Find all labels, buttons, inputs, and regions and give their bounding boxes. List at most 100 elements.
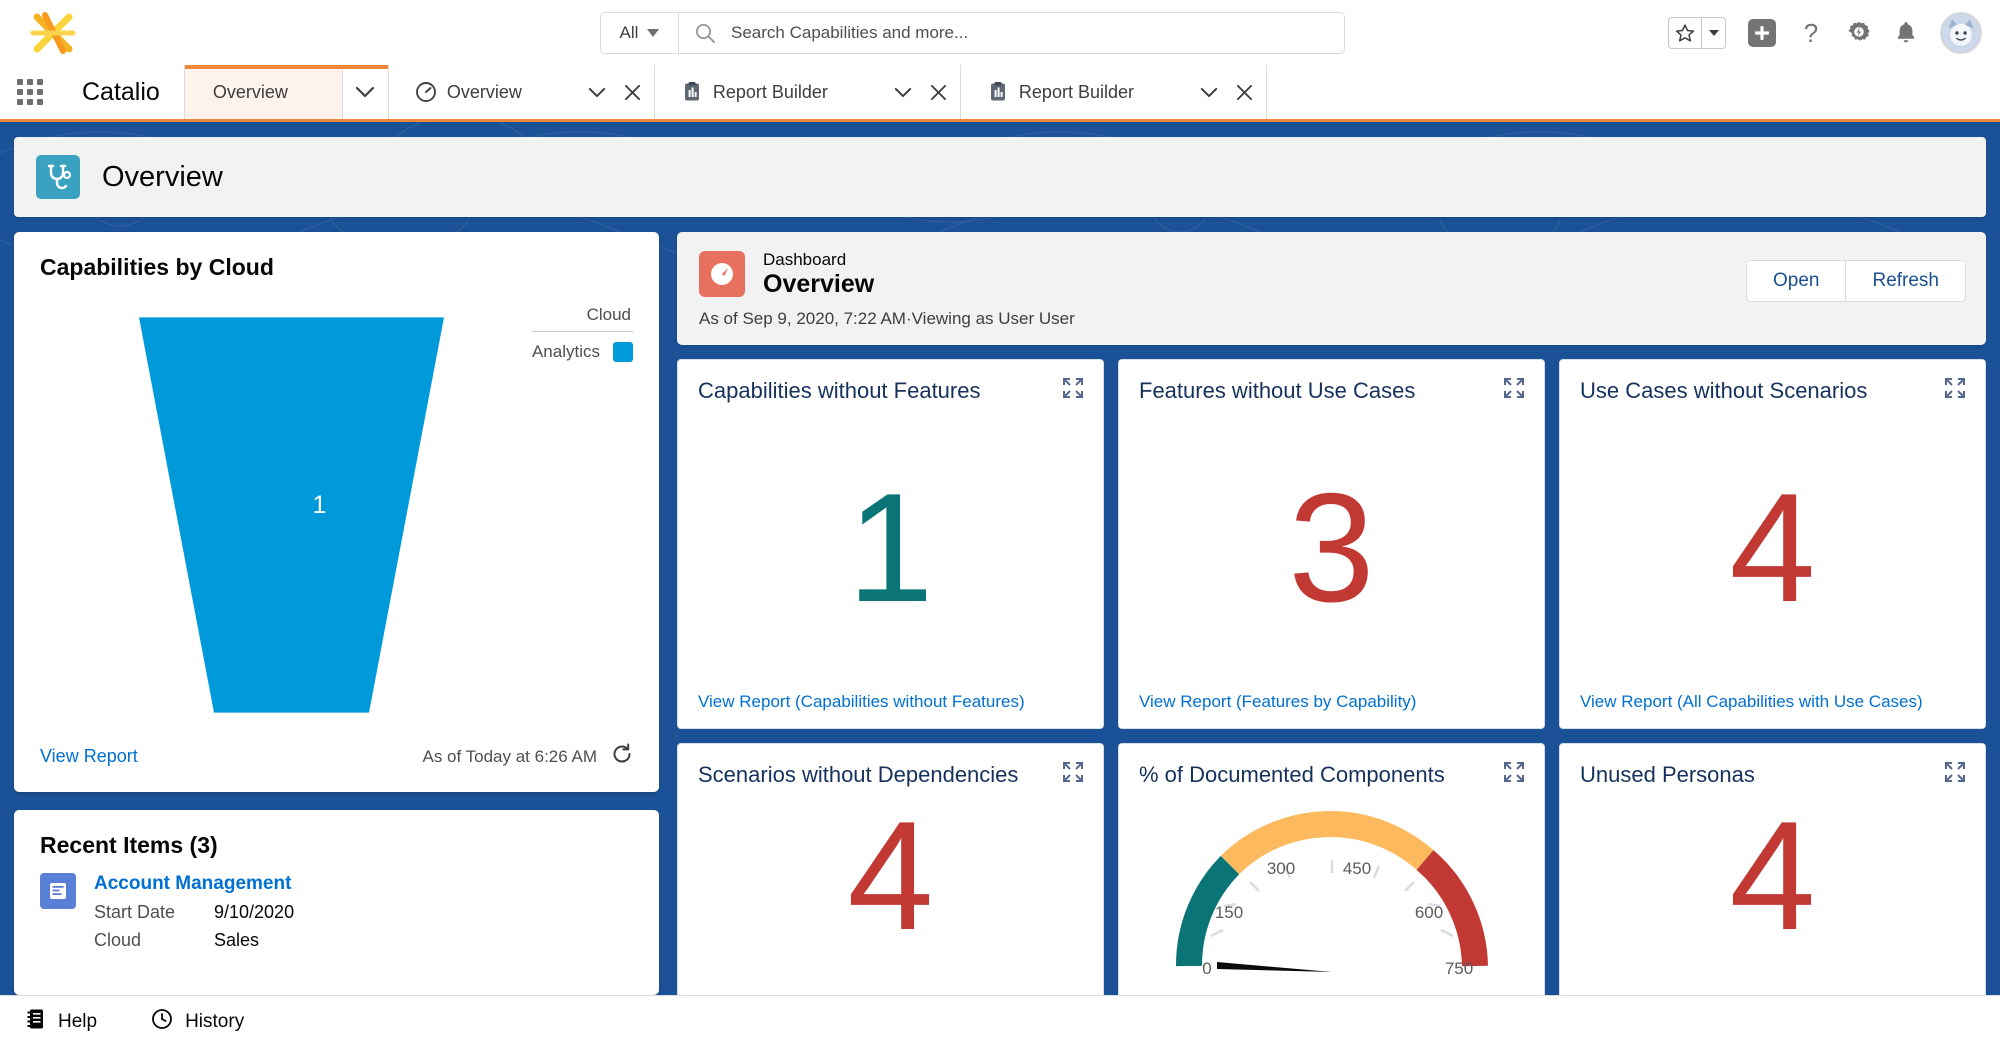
widget-features-without-use-cases: Features without Use Cases 3 View Report… xyxy=(1118,359,1545,729)
header-actions: ? xyxy=(1668,0,1982,65)
field-value: 9/10/2020 xyxy=(214,902,295,922)
recent-items-card: Recent Items (3) Account Management Star… xyxy=(14,810,659,995)
metric-value: 4 xyxy=(1729,789,1816,962)
metric-value: 1 xyxy=(847,461,934,635)
field-value: Sales xyxy=(214,930,260,950)
funnel-card-footer: View Report As of Today at 6:26 AM xyxy=(14,743,659,792)
dashboard-header-panel: Dashboard Overview As of Sep 9, 2020, 7:… xyxy=(677,232,1986,345)
view-report-link[interactable]: View Report (All Capabilities with Use C… xyxy=(1580,692,1923,711)
widget-documented-components: % of Documented Components 0 150 300 450… xyxy=(1118,743,1545,995)
chevron-down-icon[interactable] xyxy=(1194,65,1224,119)
chevron-down-icon[interactable] xyxy=(341,65,388,119)
chevron-down-icon[interactable] xyxy=(582,65,612,119)
widget-header: Features without Use Cases xyxy=(1139,378,1524,404)
utility-item-history[interactable]: History xyxy=(139,1008,256,1036)
list-item[interactable]: Account Management Start Date 9/10/2020 … xyxy=(14,865,659,951)
legend-label: Analytics xyxy=(531,342,600,361)
expand-icon[interactable] xyxy=(1504,378,1524,403)
close-icon[interactable] xyxy=(918,65,960,119)
metric-value: 4 xyxy=(847,789,934,962)
widget-capabilities-without-features: Capabilities without Features 1 View Rep… xyxy=(677,359,1104,729)
legend-entry[interactable]: Analytics xyxy=(532,332,633,362)
card-title: Capabilities by Cloud xyxy=(40,254,274,280)
tab-overview-home[interactable]: Overview xyxy=(183,65,388,119)
dashboard-kicker: Dashboard xyxy=(763,250,847,269)
gauge-chart[interactable]: 0 150 300 450 600 750 xyxy=(1139,788,1524,994)
legend-color-swatch xyxy=(613,342,633,362)
app-logo-icon[interactable] xyxy=(22,10,84,56)
widget-body: 4 xyxy=(698,788,1083,994)
plus-icon[interactable] xyxy=(1748,18,1776,47)
chevron-down-icon[interactable] xyxy=(1701,17,1725,48)
chart-legend: Cloud Analytics xyxy=(531,305,633,362)
funnel-value-label: 1 xyxy=(312,490,327,519)
search-input[interactable]: Search Capabilities and more... xyxy=(731,23,1344,43)
widget-header: Capabilities without Features xyxy=(698,378,1083,404)
tab-report-builder-1[interactable]: Report Builder xyxy=(653,65,960,119)
dashboard-actions: Open Refresh xyxy=(1745,260,1966,302)
dashboard-gauge-icon xyxy=(415,81,437,103)
widget-footer: View Report (Capabilities without Featur… xyxy=(698,692,1083,712)
dashboard-gauge-icon xyxy=(699,251,745,297)
tab-label: Report Builder xyxy=(1018,81,1134,102)
widget-header: Unused Personas xyxy=(1580,762,1965,788)
gauge-tick-300: 300 xyxy=(1266,859,1294,878)
question-mark-icon[interactable]: ? xyxy=(1798,19,1824,47)
record-name-link[interactable]: Account Management xyxy=(94,873,294,895)
widget-footer: View Report (Features by Capability) xyxy=(1139,692,1524,712)
widget-use-cases-without-scenarios: Use Cases without Scenarios 4 View Repor… xyxy=(1559,359,1986,729)
list-item-body: Account Management Start Date 9/10/2020 … xyxy=(94,873,294,951)
card-title: Recent Items (3) xyxy=(40,832,218,858)
favorites-group[interactable] xyxy=(1668,16,1726,49)
stethoscope-icon xyxy=(36,155,80,199)
report-icon xyxy=(987,81,1009,103)
report-icon xyxy=(681,81,703,103)
open-button[interactable]: Open xyxy=(1746,261,1846,301)
capabilities-by-cloud-card: Capabilities by Cloud 1 Cloud Analytics xyxy=(14,232,659,792)
svg-text:?: ? xyxy=(1804,19,1818,47)
view-report-link[interactable]: View Report xyxy=(40,746,138,767)
widget-row-1: Capabilities without Features 1 View Rep… xyxy=(677,359,1986,729)
dashboard-widgets: Capabilities without Features 1 View Rep… xyxy=(677,359,1986,995)
gauge-tick-150: 150 xyxy=(1214,903,1242,922)
dashboard-name: Overview xyxy=(763,270,875,299)
view-report-link[interactable]: View Report (Capabilities without Featur… xyxy=(698,692,1025,711)
widget-body: 4 xyxy=(1580,788,1965,994)
metric-value: 3 xyxy=(1288,461,1375,635)
view-report-link[interactable]: View Report (Features by Capability) xyxy=(1139,692,1416,711)
page-header: Overview xyxy=(14,137,1986,217)
search-scope-selector[interactable]: All xyxy=(601,13,679,53)
star-icon[interactable] xyxy=(1669,18,1701,48)
chevron-down-icon[interactable] xyxy=(888,65,918,119)
widget-header: % of Documented Components xyxy=(1139,762,1524,788)
gauge-tick-600: 600 xyxy=(1414,903,1442,922)
widget-footer: View Report (All Capabilities with Use C… xyxy=(1580,692,1965,712)
gear-icon[interactable] xyxy=(1846,20,1872,46)
expand-icon[interactable] xyxy=(1945,378,1965,403)
avatar[interactable] xyxy=(1940,11,1982,54)
funnel-chart[interactable]: 1 Cloud Analytics xyxy=(14,287,659,743)
bell-icon[interactable] xyxy=(1894,20,1918,46)
refresh-button[interactable]: Refresh xyxy=(1845,261,1965,301)
close-icon[interactable] xyxy=(1224,65,1266,119)
tab-label: Report Builder xyxy=(712,81,828,102)
expand-icon[interactable] xyxy=(1945,762,1965,787)
utility-item-help[interactable]: Help xyxy=(14,1008,109,1036)
main-content: Capabilities by Cloud 1 Cloud Analytics xyxy=(14,232,1986,995)
tab-overview-dashboard[interactable]: Overview xyxy=(387,65,654,119)
page-body: Overview Capabilities by Cloud 1 Cloud A… xyxy=(0,122,2000,995)
tab-report-builder-2[interactable]: Report Builder xyxy=(959,65,1267,119)
widget-header: Scenarios without Dependencies xyxy=(698,762,1083,788)
widget-body: 3 xyxy=(1139,404,1524,692)
as-of-text: As of Today at 6:26 AM xyxy=(422,746,597,766)
record-field: Start Date 9/10/2020 xyxy=(94,902,294,923)
legend-title: Cloud xyxy=(531,305,633,332)
app-launcher-icon[interactable] xyxy=(0,65,60,119)
expand-icon[interactable] xyxy=(1063,762,1083,787)
global-search[interactable]: All Search Capabilities and more... xyxy=(600,12,1345,54)
global-header: All Search Capabilities and more... ? xyxy=(0,0,2000,65)
close-icon[interactable] xyxy=(612,65,654,119)
refresh-icon[interactable] xyxy=(611,743,633,770)
expand-icon[interactable] xyxy=(1504,762,1524,787)
expand-icon[interactable] xyxy=(1063,378,1083,403)
